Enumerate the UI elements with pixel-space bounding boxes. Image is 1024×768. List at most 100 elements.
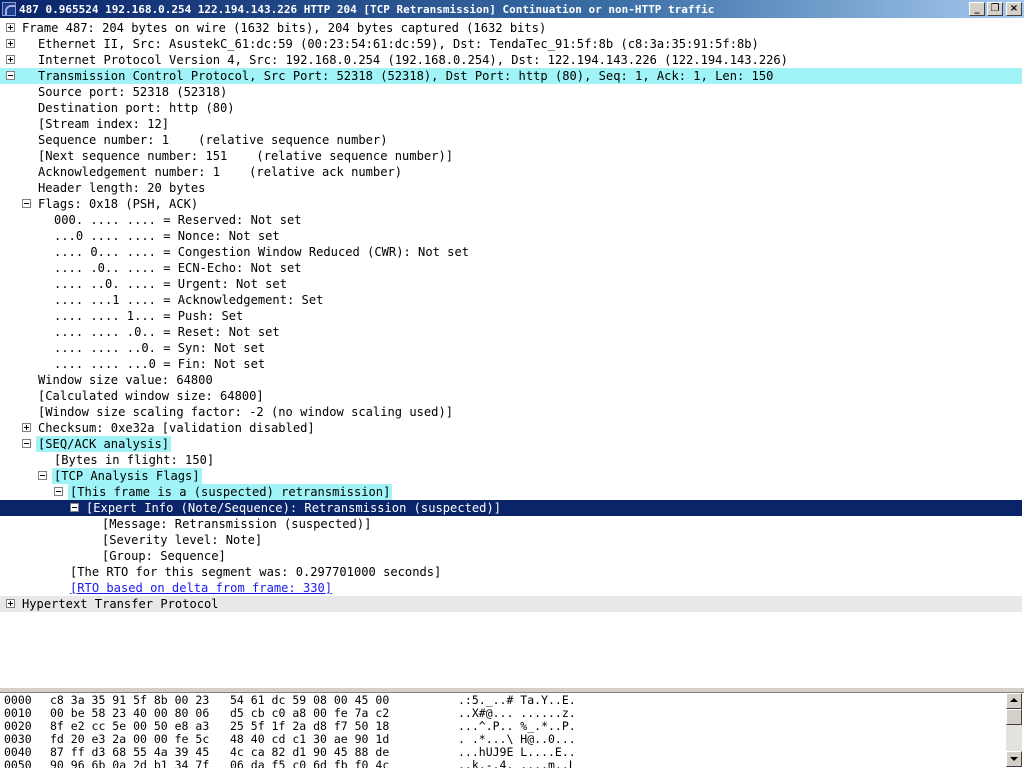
tree-item-text: [Severity level: Note] (102, 533, 263, 547)
tree-item[interactable]: [Calculated window size: 64800] (0, 388, 1022, 404)
tree-item[interactable]: Window size value: 64800 (0, 372, 1022, 388)
tree-item[interactable]: .... .... .0.. = Reset: Not set (0, 324, 1022, 340)
tree-item-text: Hypertext Transfer Protocol (22, 597, 219, 611)
tree-item[interactable]: [Next sequence number: 151 (relative seq… (0, 148, 1022, 164)
title-bar: 487 0.965524 192.168.0.254 122.194.143.2… (0, 0, 1024, 18)
tcp-node[interactable]: Transmission Control Protocol, Src Port:… (0, 68, 1022, 84)
expand-icon[interactable] (6, 39, 15, 48)
tree-item-text: .... .... ...0 = Fin: Not set (54, 357, 266, 371)
hex-row[interactable]: 0050 90 96 6b 0a 2d b1 34 7f 06 da f5 c0 … (0, 759, 1000, 768)
window-title: 487 0.965524 192.168.0.254 122.194.143.2… (19, 2, 715, 16)
tree-item[interactable]: 000. .... .... = Reserved: Not set (0, 212, 1022, 228)
tree-item-text: [Message: Retransmission (suspected)] (102, 517, 372, 531)
flags-node[interactable]: Flags: 0x18 (PSH, ACK) (0, 196, 1022, 212)
tree-item-text: [Next sequence number: 151 (relative seq… (38, 149, 454, 163)
tcp-analysis-flags-node[interactable]: [TCP Analysis Flags] (0, 468, 1022, 484)
tree-item-text: [Bytes in flight: 150] (54, 453, 215, 467)
bytes-scrollbar[interactable] (1006, 693, 1022, 767)
close-button[interactable]: × (1006, 2, 1022, 16)
tree-item-text: .... ...1 .... = Acknowledgement: Set (54, 293, 324, 307)
restore-button[interactable]: ❐ (987, 2, 1003, 16)
expand-icon[interactable] (6, 55, 15, 64)
tree-item-text: Flags: 0x18 (PSH, ACK) (38, 197, 199, 211)
collapse-icon[interactable] (22, 439, 31, 448)
tree-item[interactable]: [Group: Sequence] (0, 548, 1022, 564)
scroll-up-icon[interactable] (1006, 693, 1022, 709)
http-node[interactable]: Hypertext Transfer Protocol (0, 596, 1022, 612)
tree-item-text: [This frame is a (suspected) retransmiss… (68, 484, 393, 500)
collapse-icon[interactable] (54, 487, 63, 496)
hex-bytes[interactable]: 90 96 6b 0a 2d b1 34 7f 06 da f5 c0 6d f… (50, 759, 389, 768)
tree-item[interactable]: Source port: 52318 (52318) (0, 84, 1022, 100)
expand-icon[interactable] (6, 23, 15, 32)
tree-item[interactable]: .... .... ..0. = Syn: Not set (0, 340, 1022, 356)
collapse-icon[interactable] (70, 503, 79, 512)
tree-item-text: .... .0.. .... = ECN-Echo: Not set (54, 261, 302, 275)
tree-item[interactable]: .... ..0. .... = Urgent: Not set (0, 276, 1022, 292)
rto-frame-link[interactable]: [RTO based on delta from frame: 330] (0, 580, 1022, 596)
tree-item-text: Acknowledgement number: 1 (relative ack … (38, 165, 403, 179)
scroll-thumb[interactable] (1006, 709, 1022, 725)
hex-offset: 0050 (4, 758, 32, 768)
tree-item-text: [Window size scaling factor: -2 (no wind… (38, 405, 454, 419)
seq-ack-analysis-node[interactable]: [SEQ/ACK analysis] (0, 436, 1022, 452)
window-controls: _ ❐ × (967, 2, 1022, 16)
tree-item-text: .... .... 1... = Push: Set (54, 309, 244, 323)
ipv4-node[interactable]: Internet Protocol Version 4, Src: 192.16… (0, 52, 1022, 68)
tree-item[interactable]: Acknowledgement number: 1 (relative ack … (0, 164, 1022, 180)
scroll-down-icon[interactable] (1006, 751, 1022, 767)
tree-item[interactable]: Header length: 20 bytes (0, 180, 1022, 196)
collapse-icon[interactable] (6, 71, 15, 80)
tree-item-text: [The RTO for this segment was: 0.2977010… (70, 565, 442, 579)
tree-item-text: [Calculated window size: 64800] (38, 389, 264, 403)
tree-item-text: .... ..0. .... = Urgent: Not set (54, 277, 287, 291)
tree-item[interactable]: .... 0... .... = Congestion Window Reduc… (0, 244, 1022, 260)
tree-item-text: [Stream index: 12] (38, 117, 170, 131)
tree-item-text: [SEQ/ACK analysis] (36, 436, 172, 452)
ethernet-node[interactable]: Ethernet II, Src: AsustekC_61:dc:59 (00:… (0, 36, 1022, 52)
tree-item-text: [Expert Info (Note/Sequence): Retransmis… (86, 501, 502, 515)
tree-item-text: ...0 .... .... = Nonce: Not set (54, 229, 280, 243)
tree-item[interactable]: [Severity level: Note] (0, 532, 1022, 548)
expand-icon[interactable] (6, 599, 15, 608)
tree-item[interactable]: [Message: Retransmission (suspected)] (0, 516, 1022, 532)
tree-item[interactable]: .... ...1 .... = Acknowledgement: Set (0, 292, 1022, 308)
tree-item[interactable]: [Stream index: 12] (0, 116, 1022, 132)
tree-item-text: .... .... ..0. = Syn: Not set (54, 341, 266, 355)
tree-item[interactable]: .... .0.. .... = ECN-Echo: Not set (0, 260, 1022, 276)
collapse-icon[interactable] (38, 471, 47, 480)
tree-item[interactable]: [Window size scaling factor: -2 (no wind… (0, 404, 1022, 420)
tree-item-text: Transmission Control Protocol, Src Port:… (38, 69, 774, 83)
tree-item[interactable]: .... .... ...0 = Fin: Not set (0, 356, 1022, 372)
tree-link-text[interactable]: [RTO based on delta from frame: 330] (68, 580, 334, 596)
tree-item-text: Frame 487: 204 bytes on wire (1632 bits)… (22, 21, 547, 35)
tree-item-text: .... .... .0.. = Reset: Not set (54, 325, 280, 339)
collapse-icon[interactable] (22, 199, 31, 208)
retransmission-node[interactable]: [This frame is a (suspected) retransmiss… (0, 484, 1022, 500)
minimize-button[interactable]: _ (969, 2, 985, 16)
tree-item-text: Source port: 52318 (52318) (38, 85, 228, 99)
tree-item-text: Ethernet II, Src: AsustekC_61:dc:59 (00:… (38, 37, 759, 51)
tree-item[interactable]: [Bytes in flight: 150] (0, 452, 1022, 468)
tree-item-text: Checksum: 0xe32a [validation disabled] (38, 421, 315, 435)
tree-item[interactable]: [The RTO for this segment was: 0.2977010… (0, 564, 1022, 580)
tree-item-text: Window size value: 64800 (38, 373, 213, 387)
tree-item-text: [TCP Analysis Flags] (52, 468, 202, 484)
tree-item-text: Destination port: http (80) (38, 101, 235, 115)
checksum-node[interactable]: Checksum: 0xe32a [validation disabled] (0, 420, 1022, 436)
tree-item[interactable]: .... .... 1... = Push: Set (0, 308, 1022, 324)
expert-info-node[interactable]: [Expert Info (Note/Sequence): Retransmis… (0, 500, 1022, 516)
expand-icon[interactable] (22, 423, 31, 432)
tree-item[interactable]: ...0 .... .... = Nonce: Not set (0, 228, 1022, 244)
tree-item-text: Sequence number: 1 (relative sequence nu… (38, 133, 388, 147)
tree-item-text: Header length: 20 bytes (38, 181, 206, 195)
tree-item[interactable]: Destination port: http (80) (0, 100, 1022, 116)
packet-details-tree: Frame 487: 204 bytes on wire (1632 bits)… (0, 18, 1024, 688)
tree-item-text: [Group: Sequence] (102, 549, 226, 563)
tree-item-text: .... 0... .... = Congestion Window Reduc… (54, 245, 470, 259)
wireshark-icon (2, 2, 16, 16)
tree-item-text: Internet Protocol Version 4, Src: 192.16… (38, 53, 788, 67)
frame-node[interactable]: Frame 487: 204 bytes on wire (1632 bits)… (0, 20, 1022, 36)
tree-item[interactable]: Sequence number: 1 (relative sequence nu… (0, 132, 1022, 148)
hex-ascii[interactable]: ..k.-.4. ....m..L (458, 759, 576, 768)
